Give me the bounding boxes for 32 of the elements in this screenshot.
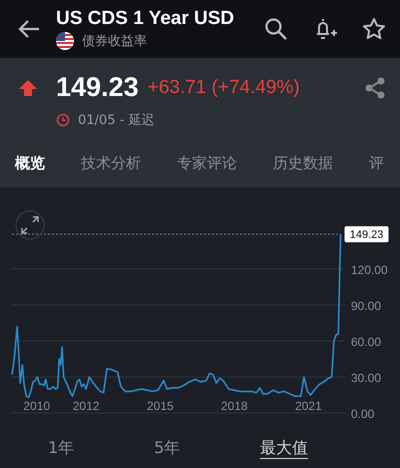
- tab[interactable]: 概览: [15, 154, 45, 172]
- quote-time: 01/05 - 延迟: [78, 112, 154, 129]
- share-icon[interactable]: [364, 76, 386, 98]
- price-value: 149.23: [56, 72, 139, 103]
- tab[interactable]: 专家评论: [177, 154, 237, 172]
- page-title: US CDS 1 Year USD: [56, 8, 236, 30]
- axis-label: 2010: [23, 399, 50, 413]
- flag-icon: [56, 32, 74, 50]
- price-label: 149.23: [344, 226, 389, 242]
- axis-label: 2015: [146, 399, 174, 413]
- axis-label: 30.00: [351, 371, 382, 385]
- range-button[interactable]: 1年: [48, 438, 154, 458]
- range-button[interactable]: 最大值: [260, 438, 366, 458]
- tab[interactable]: 历史数据: [273, 154, 333, 172]
- category-label: 债券收益率: [82, 33, 147, 50]
- axis-label: 90.00: [351, 299, 382, 313]
- clock-icon: [56, 113, 70, 127]
- tab[interactable]: 技术分析: [81, 154, 141, 172]
- axis-label: 60.00: [351, 335, 382, 349]
- tab[interactable]: 评: [369, 154, 384, 172]
- axis-label: 0.00: [351, 407, 374, 421]
- price-change: +63.71 (+74.49%): [148, 76, 301, 98]
- back-arrow-icon[interactable]: [18, 20, 40, 38]
- star-icon[interactable]: [362, 17, 386, 41]
- axis-label: 2012: [72, 399, 100, 413]
- axis-label: 2021: [295, 399, 322, 413]
- axis-label: 120.00: [351, 263, 388, 277]
- axis-label: 2018: [220, 399, 248, 413]
- range-button[interactable]: 5年: [154, 438, 260, 458]
- annotation: 149.23: [350, 229, 384, 242]
- search-icon[interactable]: [264, 17, 288, 41]
- expand-icon[interactable]: [16, 210, 44, 240]
